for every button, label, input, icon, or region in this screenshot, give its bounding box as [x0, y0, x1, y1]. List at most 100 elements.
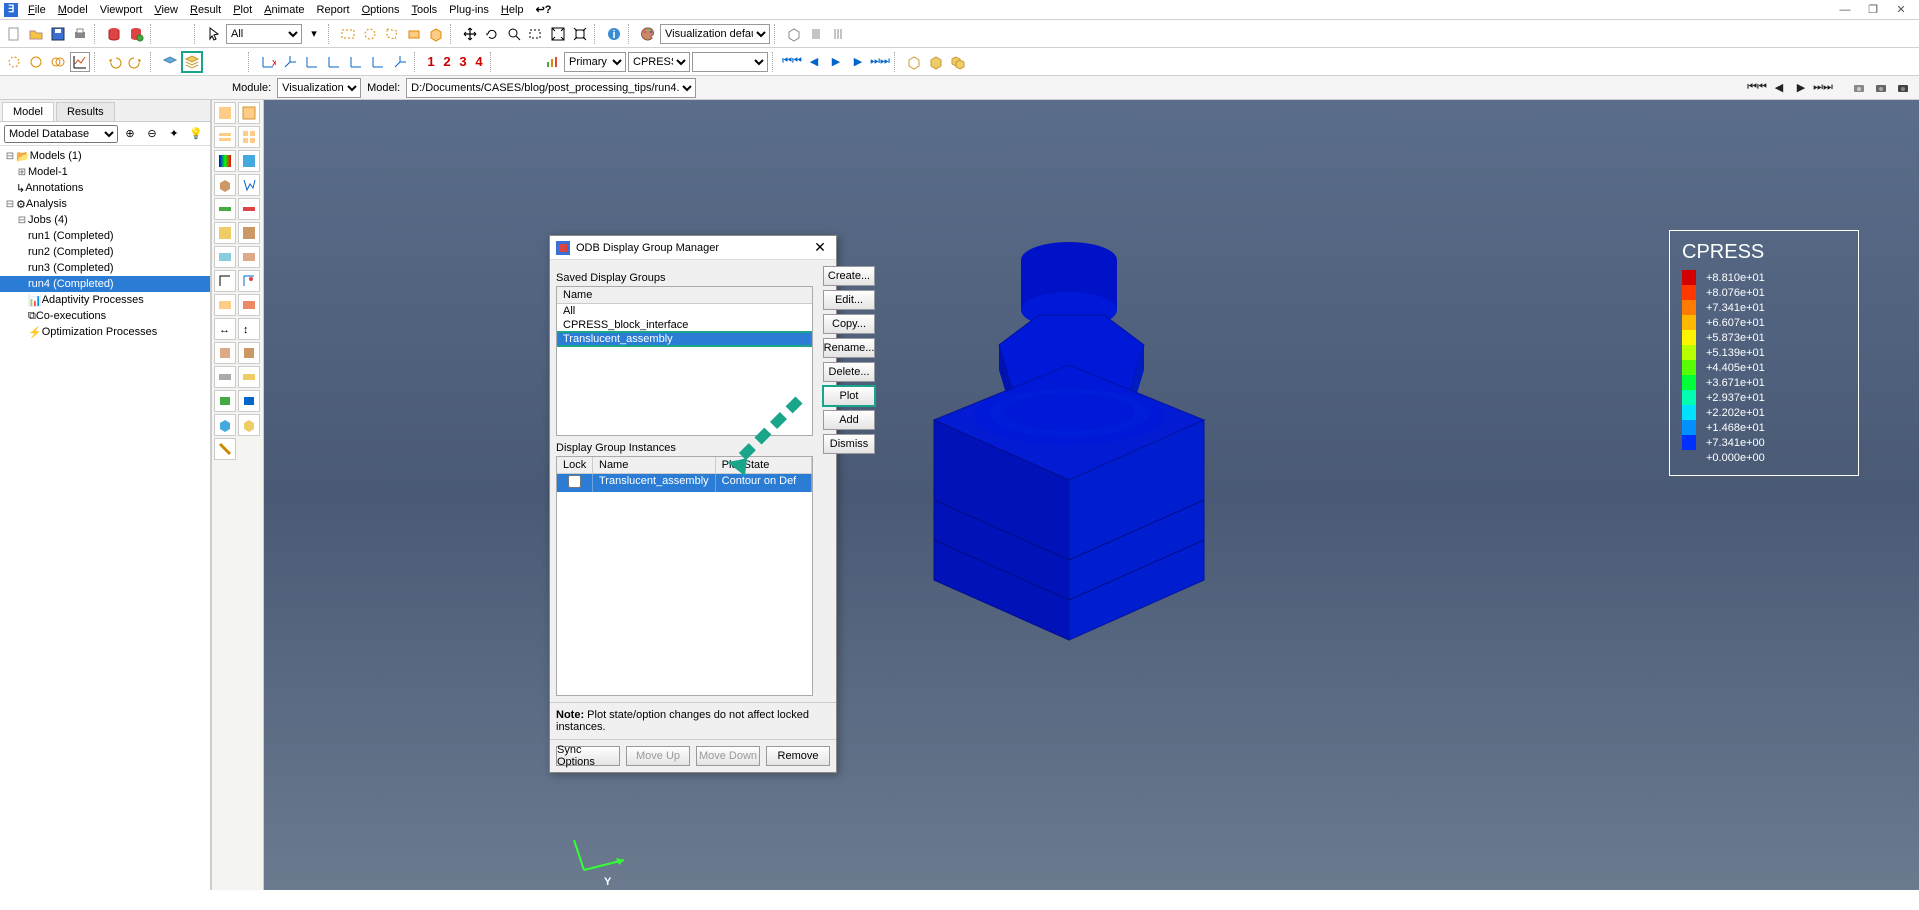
- menu-animate[interactable]: Animate: [258, 2, 310, 18]
- dialog-close-icon[interactable]: ✕: [810, 239, 830, 256]
- menu-options[interactable]: Options: [356, 2, 406, 18]
- render1-icon[interactable]: [784, 24, 804, 44]
- tree-collapse-icon[interactable]: ⊖: [142, 124, 162, 144]
- instance-row[interactable]: Translucent_assembly Contour on Def: [557, 474, 812, 492]
- first-frame-icon[interactable]: ⏮⏮: [782, 53, 802, 71]
- saved-groups-list[interactable]: Name All CPRESS_block_interface Transluc…: [556, 286, 813, 436]
- last-frame-icon[interactable]: ⏭⏭: [870, 53, 890, 71]
- model-select[interactable]: D:/Documents/CASES/blog/post_processing_…: [406, 78, 696, 98]
- nav-first-icon[interactable]: ⏮⏮: [1747, 79, 1767, 97]
- lock-checkbox[interactable]: [568, 475, 581, 488]
- layer1-icon[interactable]: [160, 52, 180, 72]
- move-up-button[interactable]: Move Up: [626, 746, 690, 766]
- view-1[interactable]: 1: [424, 54, 438, 69]
- viewport[interactable]: CPRESS +8.810e+01+8.076e+01+7.341e+01+6.…: [264, 100, 1919, 890]
- new-icon[interactable]: [4, 24, 24, 44]
- print-icon[interactable]: [70, 24, 90, 44]
- add-button[interactable]: Add: [823, 410, 876, 430]
- palette-icon[interactable]: [638, 24, 658, 44]
- csys-2-icon[interactable]: [324, 52, 344, 72]
- zoom-icon[interactable]: [504, 24, 524, 44]
- tool-o1[interactable]: [214, 438, 236, 460]
- csys-4-icon[interactable]: [368, 52, 388, 72]
- tool-g1[interactable]: [214, 246, 236, 268]
- tool-b1[interactable]: [214, 126, 236, 148]
- tree-db-select[interactable]: Model Database: [4, 125, 118, 143]
- redo-icon[interactable]: [126, 52, 146, 72]
- sel-cube-icon[interactable]: [426, 24, 446, 44]
- db2-icon[interactable]: [126, 24, 146, 44]
- group-translucent[interactable]: Translucent_assembly: [557, 332, 812, 346]
- tool-i2[interactable]: [238, 294, 260, 316]
- sel-rect-icon[interactable]: [338, 24, 358, 44]
- plot-button[interactable]: Plot: [823, 386, 876, 406]
- tab-results[interactable]: Results: [56, 102, 115, 121]
- job-run1[interactable]: run1 (Completed): [0, 228, 210, 244]
- tool-k1[interactable]: [214, 342, 236, 364]
- tool-e2[interactable]: [238, 198, 260, 220]
- instances-table[interactable]: Lock Name Plot State Translucent_assembl…: [556, 456, 813, 696]
- delete-button[interactable]: Delete...: [823, 362, 876, 382]
- remove-button[interactable]: Remove: [766, 746, 830, 766]
- fit-icon[interactable]: [548, 24, 568, 44]
- tree-bulb-icon[interactable]: 💡: [186, 124, 206, 144]
- field-var-select[interactable]: CPRESS: [628, 52, 690, 72]
- tool-i1[interactable]: [214, 294, 236, 316]
- tool-a2[interactable]: [238, 102, 260, 124]
- view-3[interactable]: 3: [456, 54, 470, 69]
- tool-j2[interactable]: ↕: [238, 318, 260, 340]
- circle2-icon[interactable]: [26, 52, 46, 72]
- create-button[interactable]: Create...: [823, 266, 876, 286]
- info-icon[interactable]: i: [604, 24, 624, 44]
- csys-1-icon[interactable]: [302, 52, 322, 72]
- tab-model[interactable]: Model: [2, 102, 54, 121]
- tool-k2[interactable]: [238, 342, 260, 364]
- csys-5-icon[interactable]: [390, 52, 410, 72]
- circle3-icon[interactable]: [48, 52, 68, 72]
- group-cpress[interactable]: CPRESS_block_interface: [557, 318, 812, 332]
- cube3-icon[interactable]: [948, 52, 968, 72]
- select-mode[interactable]: All: [226, 24, 302, 44]
- csys-xyz-icon[interactable]: [280, 52, 300, 72]
- csys-3-icon[interactable]: [346, 52, 366, 72]
- menu-view[interactable]: View: [148, 2, 184, 18]
- menu-report[interactable]: Report: [311, 2, 356, 18]
- tool-f2[interactable]: [238, 222, 260, 244]
- graph-icon[interactable]: [70, 52, 90, 72]
- filter-icon[interactable]: ▾: [304, 24, 324, 44]
- tool-g2[interactable]: [238, 246, 260, 268]
- zoombox-icon[interactable]: [526, 24, 546, 44]
- tool-d2[interactable]: [238, 174, 260, 196]
- nav-last-icon[interactable]: ⏭⏭: [1813, 79, 1833, 97]
- camera2-icon[interactable]: [1871, 78, 1891, 98]
- tool-a1[interactable]: [214, 102, 236, 124]
- db-icon[interactable]: [104, 24, 124, 44]
- group-all[interactable]: All: [557, 304, 812, 318]
- field-comp-select[interactable]: [692, 52, 768, 72]
- prev-frame-icon[interactable]: ◀: [804, 53, 824, 71]
- tool-j1[interactable]: ↔: [214, 318, 236, 340]
- menu-result[interactable]: Result: [184, 2, 227, 18]
- next-frame-icon[interactable]: ▶: [848, 53, 868, 71]
- sync-options-button[interactable]: Sync Options: [556, 746, 620, 766]
- sel-poly-icon[interactable]: [382, 24, 402, 44]
- render2-icon[interactable]: [806, 24, 826, 44]
- menu-plugins[interactable]: Plug-ins: [443, 2, 495, 18]
- circle1-icon[interactable]: [4, 52, 24, 72]
- tool-l1[interactable]: [214, 366, 236, 388]
- rename-button[interactable]: Rename...: [823, 338, 876, 358]
- chart-icon[interactable]: [542, 52, 562, 72]
- job-run2[interactable]: run2 (Completed): [0, 244, 210, 260]
- cube1-icon[interactable]: [904, 52, 924, 72]
- menu-tools[interactable]: Tools: [405, 2, 443, 18]
- tool-f1[interactable]: [214, 222, 236, 244]
- undo-icon[interactable]: [104, 52, 124, 72]
- csys-xy-icon[interactable]: x: [258, 52, 278, 72]
- save-icon[interactable]: [48, 24, 68, 44]
- tool-e1[interactable]: [214, 198, 236, 220]
- tree-filter-icon[interactable]: ✦: [164, 124, 184, 144]
- tool-h1[interactable]: [214, 270, 236, 292]
- menu-whatsthis[interactable]: ↩?: [530, 1, 558, 18]
- cursor-icon[interactable]: [204, 24, 224, 44]
- cube2-icon[interactable]: [926, 52, 946, 72]
